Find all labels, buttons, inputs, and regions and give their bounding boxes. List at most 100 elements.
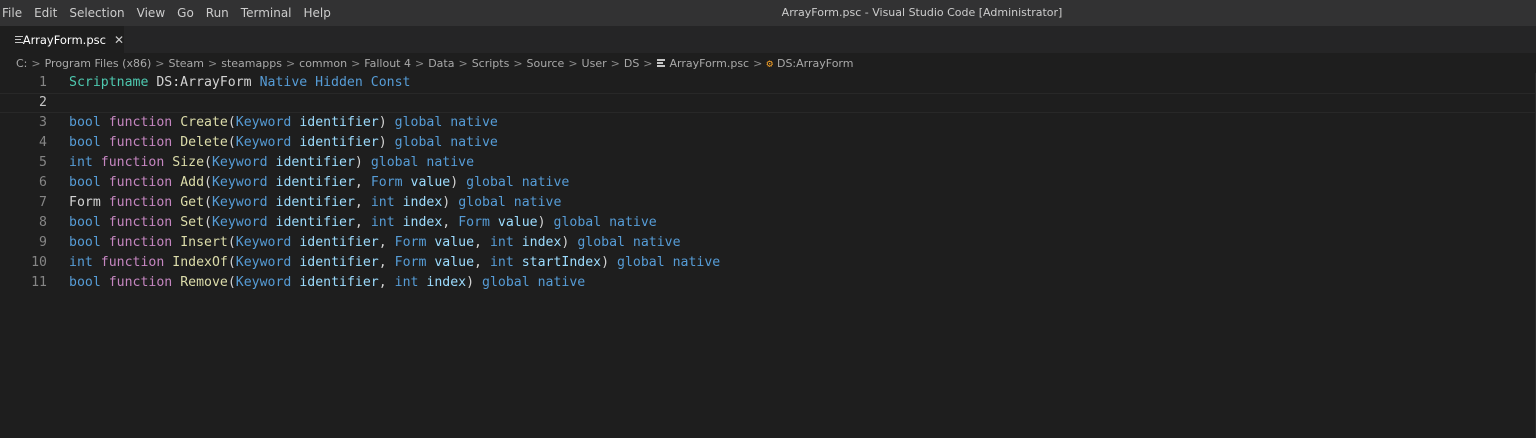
window-title: ArrayForm.psc - Visual Studio Code [Admi…	[781, 6, 1063, 19]
code-token: )	[450, 175, 467, 190]
code-token: (	[227, 235, 236, 250]
breadcrumb-file-label: ArrayForm.psc	[669, 56, 750, 70]
code-token: int	[489, 235, 514, 250]
code-token: native	[450, 115, 498, 130]
code-line[interactable]: 7 Form function Get(Keyword identifier, i…	[0, 193, 1536, 213]
code-token: native	[672, 255, 721, 270]
close-icon[interactable]: ✕	[114, 33, 124, 47]
code-token: ,	[378, 255, 395, 270]
code-token: Delete	[180, 135, 228, 150]
breadcrumb-item[interactable]: Fallout 4	[364, 57, 411, 70]
breadcrumb-separator-icon: >	[568, 56, 578, 70]
code-token: Insert	[180, 235, 228, 250]
code-text: bool function Create(Keyword identifier)…	[69, 113, 498, 133]
tab-label: ArrayForm.psc	[22, 32, 106, 47]
code-token: native	[537, 275, 586, 290]
code-text: bool function Remove(Keyword identifier,…	[69, 273, 585, 293]
code-line[interactable]: 5 int function Size(Keyword identifier) g…	[0, 153, 1536, 173]
breadcrumb: C: > Program Files (x86) > Steam > steamapps > c…	[0, 53, 1536, 73]
code-token: (	[204, 175, 212, 190]
code-line[interactable]: 2	[0, 93, 1536, 113]
code-token: bool	[69, 115, 101, 130]
line-number: 9	[39, 235, 47, 250]
breadcrumb-item[interactable]: DS	[624, 57, 639, 70]
code-token: Size	[172, 155, 205, 170]
breadcrumb-item[interactable]: Source	[527, 57, 565, 70]
code-token: Get	[180, 195, 205, 210]
code-token: bool	[69, 275, 101, 290]
code-token: index	[426, 275, 467, 290]
code-token: global	[482, 275, 530, 290]
code-token: identifier	[299, 275, 379, 290]
breadcrumb-item[interactable]: steamapps	[221, 57, 282, 70]
breadcrumb-item[interactable]: Steam	[168, 57, 204, 70]
code-text: int function Size(Keyword identifier) gl…	[69, 153, 474, 173]
code-token: startIndex	[521, 255, 602, 270]
breadcrumb-item[interactable]: common	[299, 57, 347, 70]
code-token: Keyword	[211, 175, 268, 190]
breadcrumb-item[interactable]: C:	[16, 57, 27, 70]
breadcrumb-item[interactable]: Program Files (x86)	[45, 57, 152, 70]
code-token: IndexOf	[172, 255, 228, 270]
code-token: global	[458, 195, 506, 210]
code-line[interactable]: 1 Scriptname DS:ArrayForm Native Hidden C…	[0, 73, 1536, 93]
code-token: DS:ArrayForm	[148, 75, 260, 90]
breadcrumb-item[interactable]: Data	[428, 57, 454, 70]
code-token: index	[521, 235, 562, 250]
breadcrumb-file[interactable]: ArrayForm.psc	[656, 56, 750, 70]
code-token: identifier	[275, 215, 355, 230]
code-editor[interactable]: 1 Scriptname DS:ArrayForm Native Hidden C…	[0, 73, 1536, 438]
code-line[interactable]: 8 bool function Set(Keyword identifier, i…	[0, 213, 1536, 233]
code-token: Keyword	[235, 115, 292, 130]
code-token: ,	[378, 235, 395, 250]
line-number: 5	[39, 155, 47, 170]
breadcrumb-separator-icon: >	[458, 56, 468, 70]
code-line[interactable]: 11 bool function Remove(Keyword identifie…	[0, 273, 1536, 293]
code-line[interactable]: 9 bool function Insert(Keyword identifier…	[0, 233, 1536, 253]
code-token: native	[609, 215, 657, 230]
code-token: native	[513, 195, 562, 210]
breadcrumb-item[interactable]: User	[582, 57, 607, 70]
code-token: int	[370, 195, 395, 210]
code-token: function	[100, 155, 165, 170]
code-line[interactable]: 10 int function IndexOf(Keyword identifie…	[0, 253, 1536, 273]
line-number: 1	[39, 75, 47, 90]
code-token: int	[370, 215, 395, 230]
breadcrumb-item[interactable]: Scripts	[472, 57, 510, 70]
code-token: Remove	[180, 275, 228, 290]
code-line[interactable]: 4 bool function Delete(Keyword identifier…	[0, 133, 1536, 153]
tab-arrayform[interactable]: ArrayForm.psc ✕	[0, 26, 124, 53]
code-token: bool	[69, 175, 101, 190]
code-token: global	[553, 215, 602, 230]
code-token: function	[108, 215, 173, 230]
breadcrumb-separator-icon: >	[753, 56, 763, 70]
breadcrumb-separator-icon: >	[610, 56, 620, 70]
code-token: Form	[394, 235, 427, 250]
breadcrumb-symbol[interactable]: ⚙ DS:ArrayForm	[766, 57, 853, 70]
code-token: Hidden	[315, 75, 363, 90]
code-token: ,	[442, 215, 459, 230]
code-token: Form	[394, 255, 427, 270]
code-line[interactable]: 6 bool function Add(Keyword identifier, F…	[0, 173, 1536, 193]
code-token: Add	[180, 175, 205, 190]
code-token: native	[450, 135, 498, 150]
code-line[interactable]: 3 bool function Create(Keyword identifier…	[0, 113, 1536, 133]
